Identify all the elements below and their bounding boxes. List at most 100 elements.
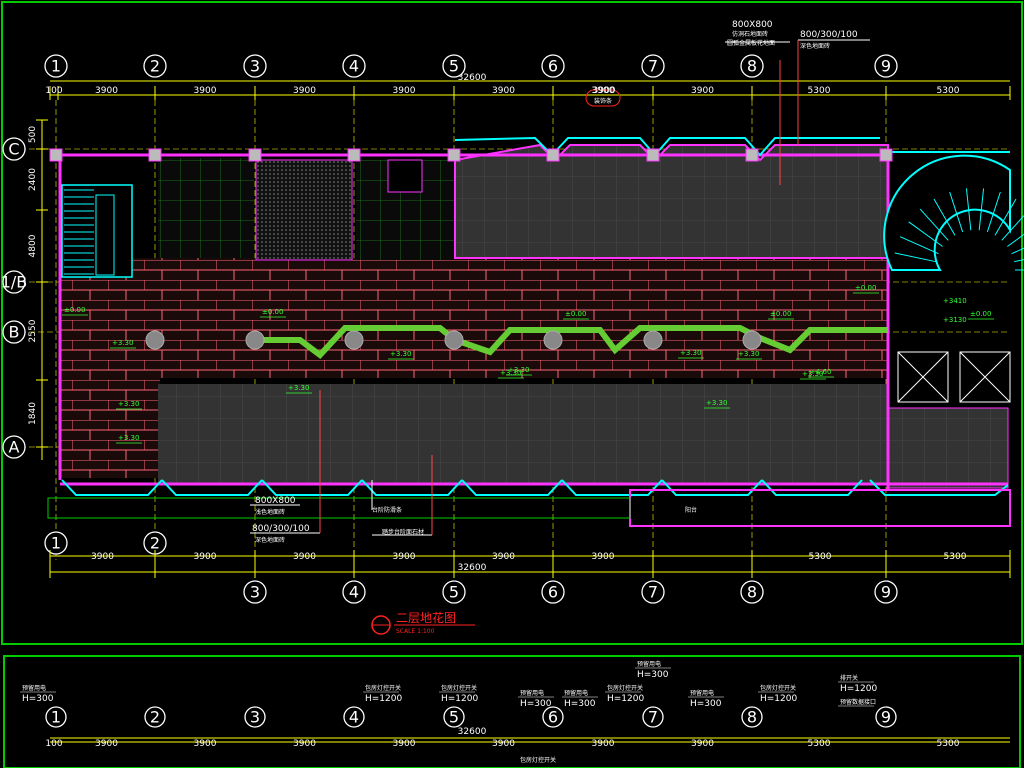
svg-text:+3.30: +3.30 (706, 399, 727, 407)
axis-bubble-bottom-8: 8 (740, 580, 764, 604)
svg-text:+3.30: +3.30 (390, 350, 411, 358)
column (742, 330, 762, 350)
lower-callout-0: 预留用电 H=300 (20, 684, 56, 704)
axis-bubble-bottom-4: 4 (342, 580, 366, 604)
total-dimension-top: 32600 (458, 73, 487, 83)
top-dimension-1: 3900 (95, 86, 118, 96)
column (344, 330, 364, 350)
lower-axis-bubble-1: 1 (45, 706, 67, 728)
lower-callout-3: 预留用电 H=300 (518, 689, 554, 709)
axis-bubble-bottom-7: 7 (641, 580, 665, 604)
right-elev-1: +3410 (943, 297, 967, 305)
lower-axis-bubble-7: 7 (642, 706, 664, 728)
lower-dimension-7: 3900 (691, 739, 714, 749)
column (145, 330, 165, 350)
svg-text:±0.00: ±0.00 (64, 306, 85, 314)
lower-axis-bubble-3-label: 3 (250, 708, 260, 727)
lower-axis-bubble-6: 6 (542, 706, 564, 728)
lower-note: 包房灯控开关 (520, 756, 556, 764)
lower-axis-bubble-7-label: 7 (648, 708, 658, 727)
column (245, 330, 265, 350)
elevation-mark: +3.30 (678, 349, 704, 359)
axis-bubble-bottom-9-label: 9 (881, 583, 891, 602)
svg-text:H=300: H=300 (22, 694, 54, 704)
axis-bubble-top-8-label: 8 (747, 57, 757, 76)
svg-text:H=300: H=300 (564, 699, 596, 709)
lower-dimension-6: 3900 (592, 739, 615, 749)
bottom-dimension-6: 5300 (809, 552, 832, 562)
right-elev-2: +3130 (943, 316, 967, 324)
axis-bubble-bottom-5-label: 5 (449, 583, 459, 602)
callout-center-box-desc: 装饰条 (594, 97, 612, 105)
lower-axis-bubble-4: 4 (343, 706, 365, 728)
plan-scale: SCALE 1:100 (396, 628, 435, 635)
plan-title: 二层地花图 (396, 610, 456, 625)
total-dimension-lower: 32600 (458, 727, 487, 737)
lower-callout-6: 预留用电 H=300 (635, 660, 671, 680)
elevation-mark: ±0.00 (853, 284, 879, 294)
axis-bubble-top-6-label: 6 (548, 57, 558, 76)
axis-bubble-top-5-label: 5 (449, 57, 459, 76)
top-dimension-3: 3900 (293, 86, 316, 96)
lower-callout-8: 包房灯控开关 H=1200 (758, 684, 797, 704)
callout-bottom-size2-desc: 深色地面砖 (255, 536, 285, 544)
top-dimension-0: 100 (45, 86, 62, 96)
column-top (646, 148, 660, 162)
column-top (347, 148, 361, 162)
bottom-dimension-0: 3900 (91, 552, 114, 562)
svg-text:H=300: H=300 (637, 670, 669, 680)
axis-bubble-top-2: 2 (143, 54, 167, 78)
svg-text:预留用电: 预留用电 (564, 689, 588, 697)
lower-axis-bubble-8: 8 (741, 706, 763, 728)
axis-bubble-top-8: 8 (740, 54, 764, 78)
axis-bubble-bottom-1-label: 1 (51, 534, 61, 553)
column (444, 330, 464, 350)
lower-axis-bubble-2-label: 2 (150, 708, 160, 727)
elevation-mark: +3.30 (286, 384, 312, 394)
elevation-mark: +3.30 (116, 434, 142, 444)
svg-text:包房灯控开关: 包房灯控开关 (760, 684, 796, 692)
total-dimension-bottom: 32600 (458, 563, 487, 573)
left-dimension-0: 500 (28, 126, 38, 143)
callout-top-size-desc2: 圆弧金属板花地面 (727, 39, 775, 47)
column-top (447, 148, 461, 162)
lower-axis-bubble-4-label: 4 (349, 708, 359, 727)
svg-text:H=1200: H=1200 (760, 694, 797, 704)
elevation-mark: ±0.00 (62, 306, 88, 316)
column-top (546, 148, 560, 162)
axis-bubble-bottom-9: 9 (874, 580, 898, 604)
building-plan (47, 136, 1024, 527)
lower-axis-bubble-5: 5 (443, 706, 465, 728)
top-dimension-4: 3900 (393, 86, 416, 96)
lower-dimension-8: 5300 (808, 739, 831, 749)
top-dimension-9: 5300 (937, 86, 960, 96)
svg-text:包房灯控开关: 包房灯控开关 (607, 684, 643, 692)
top-dimension-8: 5300 (808, 86, 831, 96)
svg-text:包房灯控开关: 包房灯控开关 (441, 684, 477, 692)
bottom-dimension-4: 3900 (492, 552, 515, 562)
lower-dimension-5: 3900 (492, 739, 515, 749)
svg-text:±0.00: ±0.00 (262, 308, 283, 316)
column-top (148, 148, 162, 162)
row-axis-bubble-1-B: 1/B (1, 270, 28, 294)
svg-text:H=1200: H=1200 (365, 694, 402, 704)
svg-text:包房灯控开关: 包房灯控开关 (365, 684, 401, 692)
axis-bubble-bottom-2-label: 2 (150, 534, 160, 553)
lower-callout-5: 包房灯控开关 H=1200 (605, 684, 644, 704)
axis-bubble-top-7-label: 7 (648, 57, 658, 76)
bottom-dimension-3: 3900 (393, 552, 416, 562)
callout-bottom-size-text: 800X800 (255, 496, 296, 506)
svg-text:预留用电: 预留用电 (22, 684, 46, 692)
balcony-label: 阳台 (685, 506, 697, 514)
bottom-dimension-5: 3900 (592, 552, 615, 562)
row-axis-bubble-1-B-label: 1/B (1, 273, 28, 292)
axis-bubble-bottom-3-label: 3 (250, 583, 260, 602)
bottom-note-1: 台阶防滑条 (372, 506, 402, 514)
callout-bottom-size2-text: 800/300/100 (252, 524, 310, 534)
elevation-mark: ±0.00 (563, 310, 589, 320)
lower-axis-bubble-1-label: 1 (51, 708, 61, 727)
axis-bubble-top-1: 1 (44, 54, 68, 78)
floor-plan-drawing: 32600 100 3900 3900 3900 3900 3900 3900 3900 530… (1, 1, 1024, 768)
svg-text:H=300: H=300 (690, 699, 722, 709)
axis-bubble-bottom-3: 3 (243, 580, 267, 604)
